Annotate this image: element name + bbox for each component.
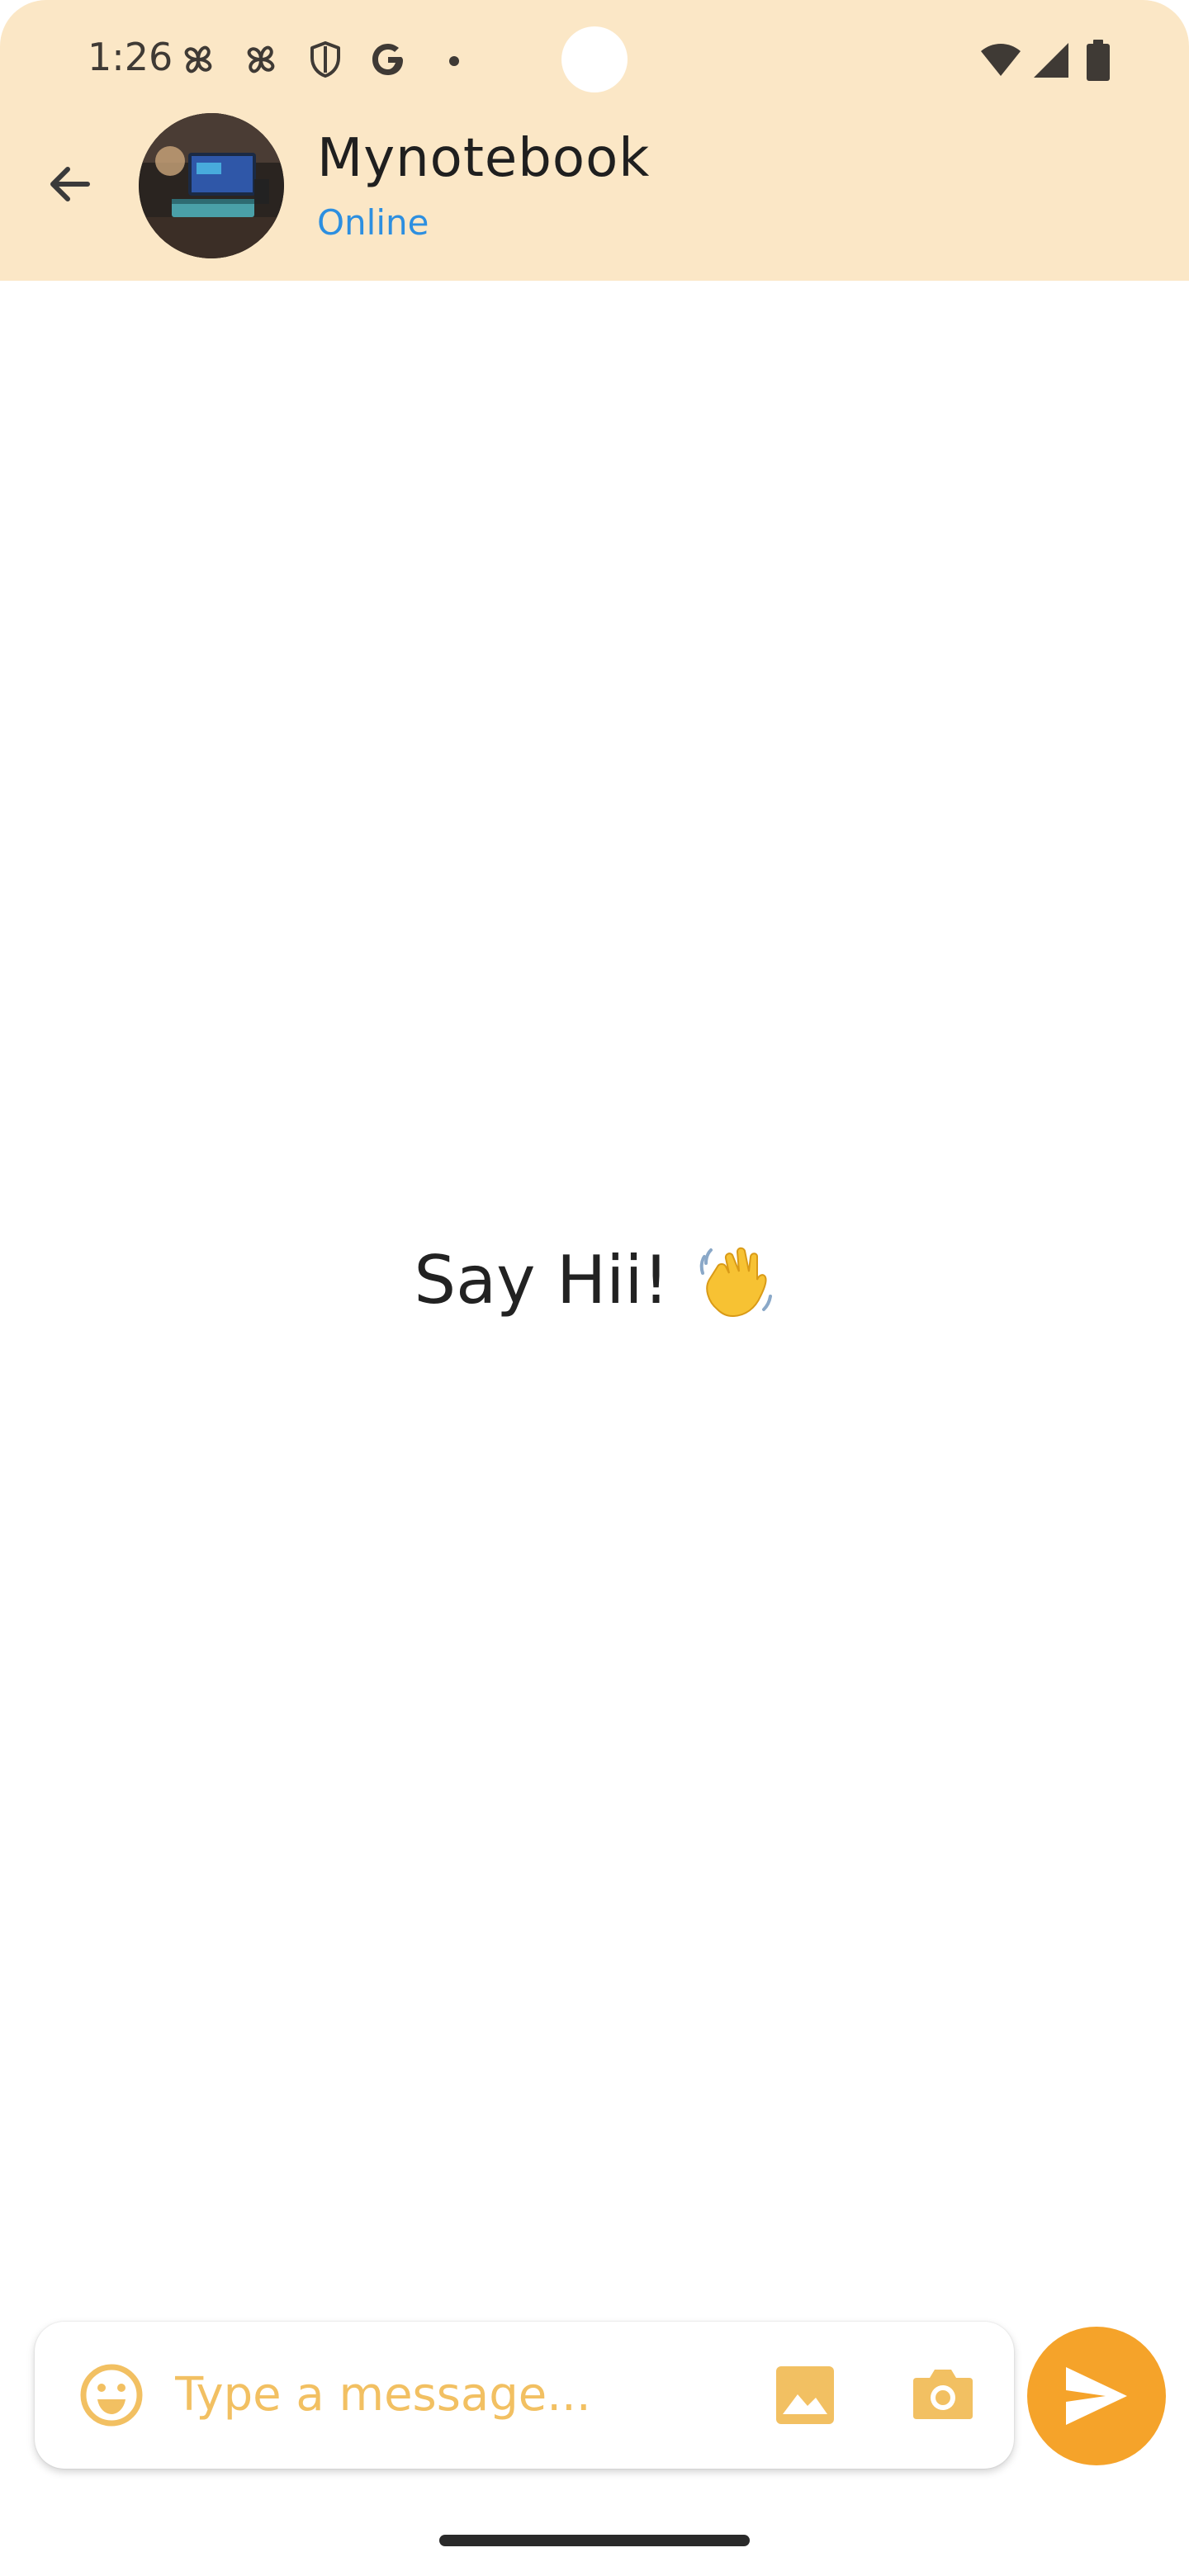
- message-composer: [35, 2322, 1014, 2469]
- avatar[interactable]: [139, 113, 284, 258]
- status-time: 1:26: [88, 35, 173, 79]
- chat-header: 1:26 Mynotebook Online: [0, 0, 1189, 281]
- back-button[interactable]: [36, 151, 102, 217]
- smiley-icon[interactable]: [74, 2358, 149, 2432]
- send-button[interactable]: [1027, 2327, 1166, 2465]
- message-input[interactable]: [175, 2355, 770, 2434]
- empty-chat-message: Say Hii!: [414, 1241, 670, 1319]
- cell-signal-icon: [1034, 43, 1068, 78]
- camera-icon[interactable]: [907, 2358, 979, 2431]
- send-icon: [1066, 2367, 1127, 2425]
- battery-icon: [1087, 40, 1110, 81]
- waving-hand-icon: [699, 1247, 772, 1318]
- status-bar: 1:26: [0, 0, 1189, 116]
- contact-status: Online: [317, 202, 429, 243]
- dot-icon: [449, 56, 459, 66]
- contact-name: Mynotebook: [317, 128, 651, 189]
- pinwheel-icon: [184, 45, 212, 73]
- pinwheel-icon: [247, 45, 275, 73]
- gesture-nav-handle[interactable]: [439, 2535, 750, 2546]
- image-icon[interactable]: [770, 2360, 841, 2431]
- wifi-icon: [981, 44, 1021, 76]
- empty-chat-state: Say Hii!: [0, 1238, 1189, 1321]
- camera-cutout: [561, 26, 628, 92]
- arrow-back-icon: [50, 167, 90, 201]
- shield-icon: [310, 41, 340, 78]
- app-bar: Mynotebook Online: [0, 111, 1189, 277]
- avatar-image: [139, 113, 284, 258]
- google-icon: [372, 44, 403, 75]
- chat-screen: 1:26 Mynotebook Online Say Hii! Type a m…: [0, 0, 1189, 2576]
